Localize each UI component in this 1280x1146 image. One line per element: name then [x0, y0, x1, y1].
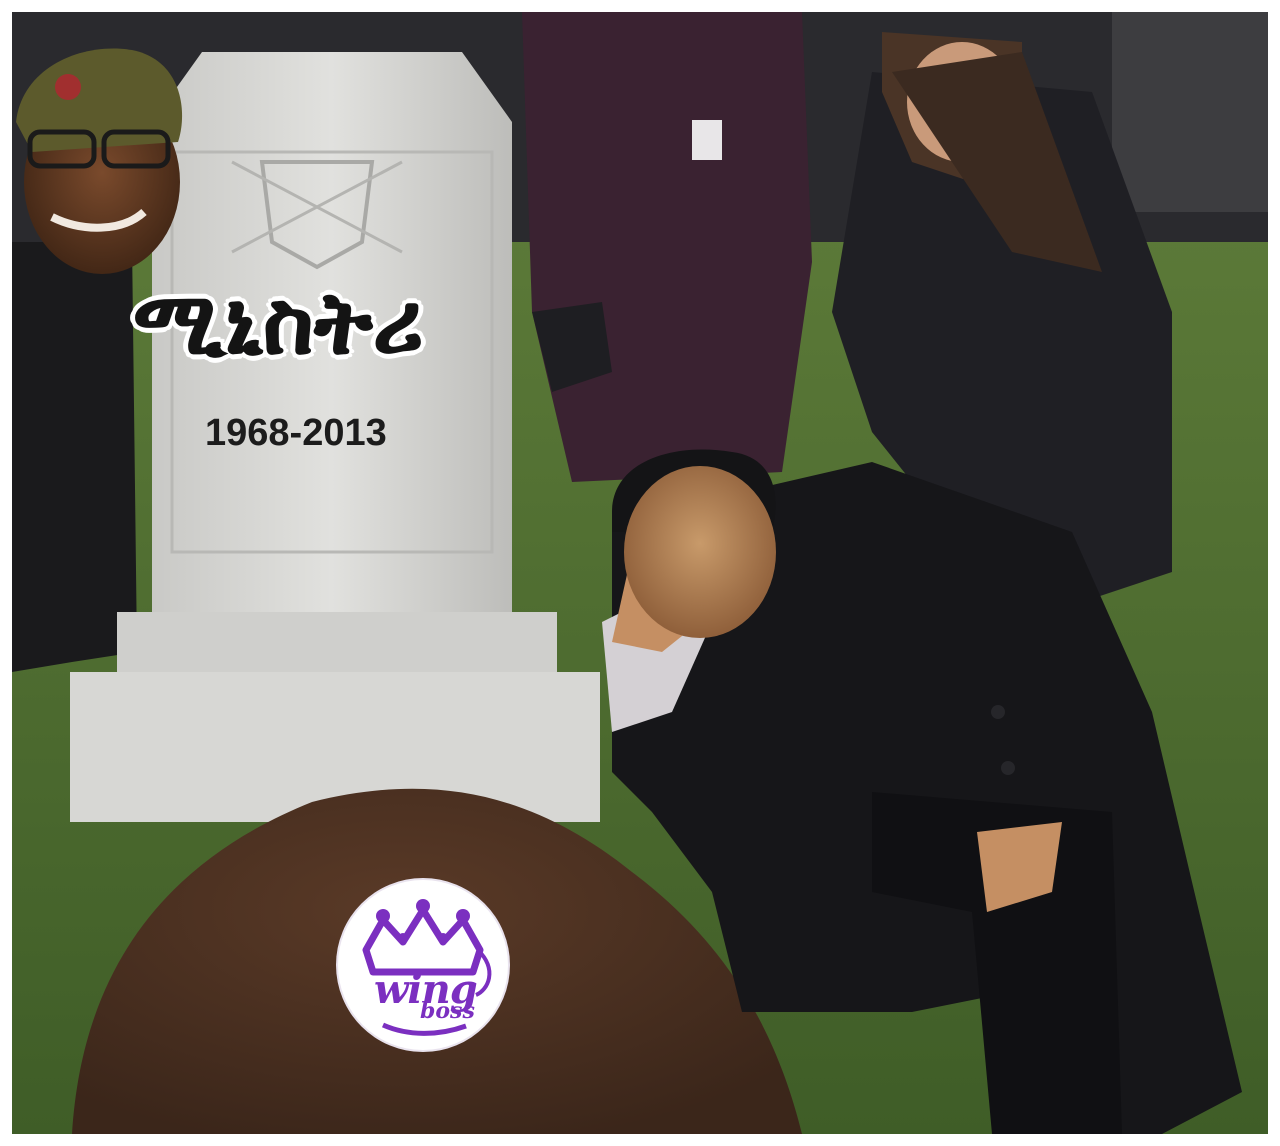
jacket-tag: [692, 120, 722, 160]
beret-badge: [55, 74, 81, 100]
purple-jacket-person: [522, 12, 812, 482]
meme-image: ሚኒስትሪ 1968-2013 wing boss: [12, 12, 1268, 1134]
coat-button: [1001, 761, 1015, 775]
background-equipment: [1112, 12, 1268, 212]
crown-icon: [362, 899, 492, 1036]
logo-sub: boss: [420, 998, 475, 1024]
coat-button: [991, 705, 1005, 719]
face: [624, 466, 776, 638]
left-man-body: [12, 242, 137, 672]
wing-boss-logo: wing boss: [338, 880, 508, 1050]
graveside-photo: [12, 12, 1268, 1134]
